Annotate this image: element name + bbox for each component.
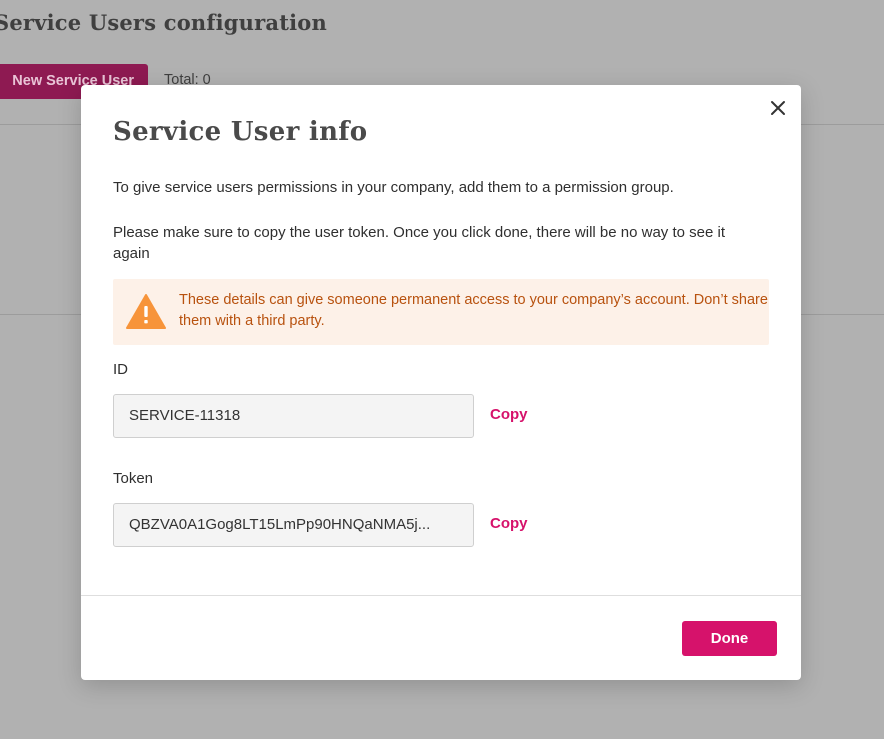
warning-triangle-icon [126, 294, 166, 329]
warning-banner: These details can give someone permanent… [113, 279, 769, 345]
modal-title: Service User info [113, 117, 368, 147]
footer-divider [81, 595, 801, 596]
id-label: ID [113, 361, 128, 378]
copy-token-button[interactable]: Copy [490, 515, 528, 532]
close-button[interactable] [767, 97, 789, 119]
token-field[interactable]: QBZVA0A1Gog8LT15LmPp90HNQaNMA5j... [113, 503, 474, 547]
intro-text: To give service users permissions in you… [113, 179, 674, 196]
done-button[interactable]: Done [682, 621, 777, 656]
service-user-info-modal: Service User info To give service users … [81, 85, 801, 680]
copy-id-button[interactable]: Copy [490, 406, 528, 423]
token-label: Token [113, 470, 154, 487]
instruction-text: Please make sure to copy the user token.… [113, 224, 725, 262]
warning-text: These details can give someone permanent… [179, 292, 768, 329]
id-field[interactable]: SERVICE-11318 [113, 394, 474, 438]
page-title: Service Users configuration [0, 10, 327, 35]
close-icon [771, 101, 785, 115]
